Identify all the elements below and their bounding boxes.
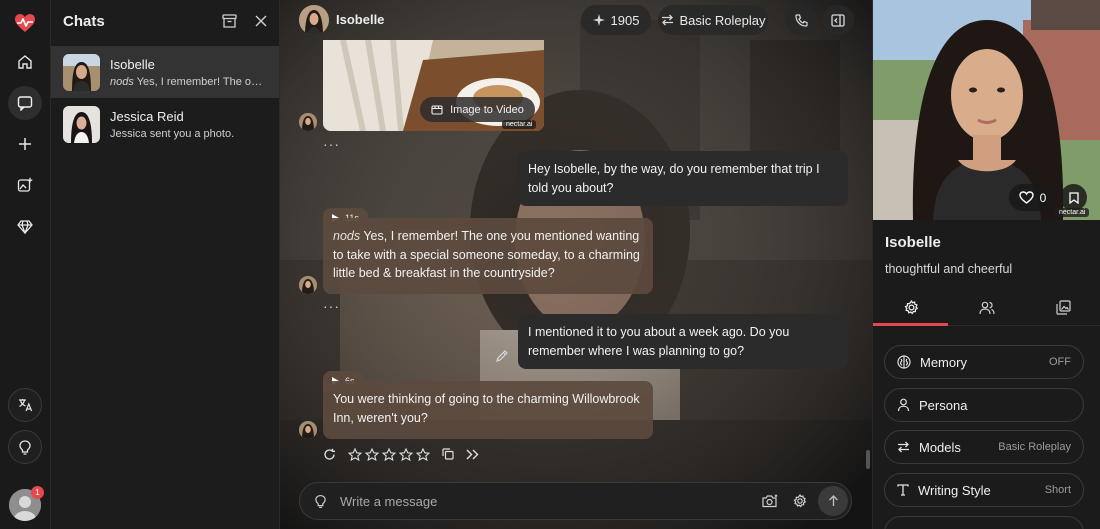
- chat-item-preview: nods Yes, I remember! The one you mentio…: [110, 75, 267, 88]
- option-models[interactable]: Models Basic Roleplay: [884, 430, 1084, 464]
- bot-avatar-small: [299, 276, 317, 294]
- toggle-panel-icon[interactable]: [822, 5, 854, 35]
- phone-icon[interactable]: [785, 5, 817, 35]
- mode-label: Basic Roleplay: [679, 12, 766, 28]
- character-avatar[interactable]: [299, 5, 329, 35]
- watermark: nectar.ai: [502, 120, 537, 129]
- swap-icon: [898, 441, 909, 453]
- option-persona[interactable]: Persona: [884, 388, 1084, 422]
- chat-item-name: Isobelle: [110, 56, 155, 72]
- users-icon: [979, 301, 995, 314]
- chat-item-name: Jessica Reid: [110, 108, 184, 124]
- profile-panel: 0 nectar.ai Isobelle thoughtful and chee…: [872, 0, 1100, 529]
- chat-item-jessica-reid[interactable]: Jessica Reid Jessica sent you a photo.: [51, 98, 279, 150]
- diamond-icon[interactable]: [8, 210, 42, 244]
- star-rating-3-icon[interactable]: [382, 447, 396, 461]
- profile-name: Isobelle: [885, 234, 941, 251]
- like-button[interactable]: 0: [1009, 184, 1056, 211]
- bot-avatar-small: [299, 421, 317, 439]
- sparkle-icon: [592, 14, 605, 26]
- option-label: Persona: [919, 397, 968, 413]
- scrollbar[interactable]: [866, 450, 870, 469]
- camera-plus-icon[interactable]: [762, 494, 778, 508]
- chat-main: Isobelle 1905 Basic Roleplay Image to Vi…: [280, 0, 872, 529]
- user-message: Hey Isobelle, by the way, do you remembe…: [518, 151, 848, 206]
- plus-icon[interactable]: [8, 127, 42, 161]
- star-rating-5-icon[interactable]: [416, 447, 430, 461]
- add-image-icon[interactable]: [8, 168, 42, 202]
- chats-header: Chats: [51, 0, 279, 42]
- star-rating-4-icon[interactable]: [399, 447, 413, 461]
- copy-icon[interactable]: [442, 448, 454, 460]
- gallery-icon: [1055, 300, 1071, 315]
- tab-settings[interactable]: [873, 290, 949, 325]
- star-rating-1-icon[interactable]: [348, 447, 362, 461]
- gear-icon: [904, 300, 918, 315]
- chats-nav-icon[interactable]: [8, 86, 42, 120]
- message-actions: [323, 446, 487, 462]
- active-tab-indicator: [873, 323, 948, 326]
- image-to-video-button[interactable]: Image to Video: [420, 97, 535, 122]
- like-count: 0: [1039, 190, 1047, 205]
- heart-icon: [1018, 191, 1034, 204]
- edit-icon[interactable]: [495, 349, 509, 363]
- stars-count: 1905: [610, 12, 640, 28]
- video-icon: [431, 105, 443, 115]
- bot-message: You were thinking of going to the charmi…: [323, 381, 653, 439]
- watermark: nectar.ai: [1055, 208, 1090, 217]
- chat-item-preview: Jessica sent you a photo.: [110, 127, 235, 140]
- heart-pulse-logo-icon[interactable]: [8, 6, 42, 40]
- send-button[interactable]: [818, 486, 848, 516]
- bookmark-icon[interactable]: [1060, 184, 1087, 211]
- text-icon: [897, 484, 909, 496]
- option-writing-style[interactable]: Writing Style Short: [884, 473, 1084, 507]
- translate-icon[interactable]: [8, 388, 42, 422]
- message-placeholder: Write a message: [340, 494, 438, 509]
- home-icon[interactable]: [8, 45, 42, 79]
- brain-icon: [897, 355, 911, 369]
- bot-message: nods Yes, I remember! The one you mentio…: [323, 218, 653, 294]
- chat-thumb-isobelle: [63, 53, 100, 91]
- arrow-up-icon: [828, 495, 838, 506]
- message-input[interactable]: Write a message: [299, 482, 852, 520]
- option-label: Writing Style: [918, 482, 991, 498]
- swap-icon: [661, 14, 673, 26]
- left-rail: 1: [0, 0, 51, 529]
- chat-item-isobelle[interactable]: Isobelle nods Yes, I remember! The one y…: [51, 46, 279, 98]
- chats-title: Chats: [63, 12, 105, 30]
- bot-avatar-small: [299, 113, 317, 131]
- chat-thumb-jessica: [63, 105, 100, 143]
- gear-icon[interactable]: [793, 494, 807, 508]
- option-value: Short: [1044, 484, 1071, 496]
- user-message: I mentioned it to you about a week ago. …: [518, 314, 848, 369]
- close-icon[interactable]: [255, 15, 267, 27]
- option-value: Basic Roleplay: [998, 441, 1071, 453]
- continue-icon[interactable]: [466, 449, 479, 460]
- profile-tagline: thoughtful and cheerful: [885, 262, 1013, 276]
- character-name: Isobelle: [336, 12, 385, 27]
- option-label: Models: [919, 439, 961, 455]
- tab-users[interactable]: [949, 290, 1025, 325]
- chats-panel: Chats Isobelle nods Yes, I remember! The…: [51, 0, 280, 529]
- stars-pill[interactable]: 1905: [581, 5, 651, 35]
- more-options-icon[interactable]: ···: [323, 298, 340, 314]
- user-icon: [897, 398, 910, 412]
- star-rating-2-icon[interactable]: [365, 447, 379, 461]
- mode-pill[interactable]: Basic Roleplay: [658, 5, 768, 35]
- lightbulb-icon[interactable]: [315, 494, 326, 509]
- profile-tabs: [873, 290, 1100, 326]
- option-memory[interactable]: Memory OFF: [884, 345, 1084, 379]
- lightbulb-icon[interactable]: [8, 430, 42, 464]
- option-value: OFF: [1049, 356, 1071, 368]
- notification-badge: 1: [31, 486, 44, 499]
- option-more[interactable]: [884, 516, 1084, 529]
- more-options-icon[interactable]: ···: [323, 136, 340, 152]
- archive-icon[interactable]: [222, 14, 237, 28]
- tab-gallery[interactable]: [1025, 290, 1100, 325]
- option-label: Memory: [920, 354, 967, 370]
- regenerate-icon[interactable]: [323, 448, 336, 461]
- chat-topbar: Isobelle 1905 Basic Roleplay: [280, 0, 872, 40]
